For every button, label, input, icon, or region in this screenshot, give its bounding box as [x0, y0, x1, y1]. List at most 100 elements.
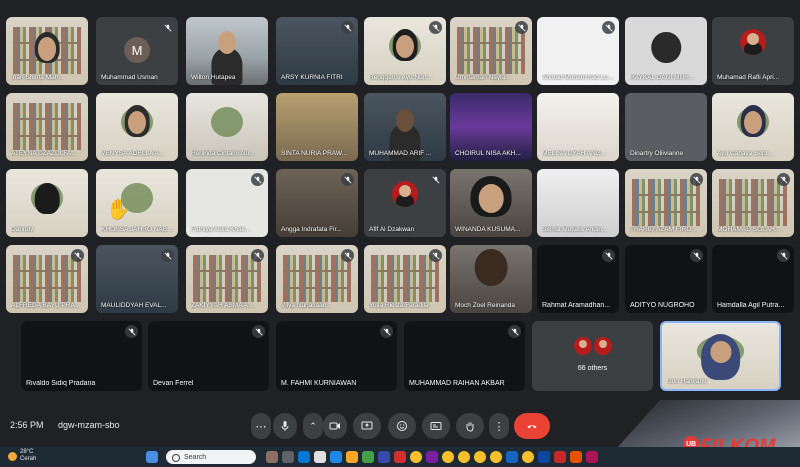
weather-widget[interactable]: 28°C Cerah [20, 449, 36, 463]
participant-tile[interactable]: Angga Indrafata Fir... [276, 169, 358, 237]
participant-tile[interactable]: M Muhammad Usman [96, 17, 178, 85]
mic-muted-icon [515, 21, 528, 34]
participant-tile[interactable]: Hamdalla Agil Putra... [712, 245, 794, 313]
participant-name: Darindy [11, 226, 34, 233]
word-icon[interactable] [506, 451, 518, 463]
microphone-icon [281, 421, 289, 431]
participant-tile[interactable]: SINTA NURIA PRAW... [276, 93, 358, 161]
mic-muted-icon [71, 249, 84, 262]
participant-tile[interactable]: HAYKAL DANI MUH... [625, 17, 707, 85]
app-icon[interactable] [378, 451, 390, 463]
app-icon[interactable] [330, 451, 342, 463]
captions-button[interactable] [422, 413, 450, 439]
participant-tile[interactable]: Ayu Cahaya Sept... [712, 93, 794, 161]
app-icon[interactable] [282, 451, 294, 463]
participant-tile[interactable]: Herlinda Cintami Nu... [186, 93, 268, 161]
participant-name: Rahmat Aramadhan... [542, 302, 611, 309]
participant-tile[interactable]: ATEYNA DZAZULFA... [6, 93, 88, 161]
participant-tile[interactable]: Fathiya Aulia Khair... [186, 169, 268, 237]
participant-tile[interactable]: THARIQ AZAM FIRD... [625, 169, 707, 237]
raise-hand-button[interactable] [456, 413, 484, 439]
participant-tile[interactable]: Wilton Hutapea [186, 17, 268, 85]
participant-tile[interactable]: Dinartry Oliivianne [625, 93, 707, 161]
participant-name: HAYKAL DANI MUH... [630, 74, 695, 81]
mic-muted-icon [252, 325, 265, 338]
participant-tile[interactable]: Muhamad Rafli Apri... [712, 17, 794, 85]
participant-name: WINANDA KUSUMA... [455, 226, 521, 233]
participant-tile[interactable]: Rivaldo Sidiq Pradana [21, 321, 142, 391]
mic-muted-icon [125, 325, 138, 338]
app-icon[interactable] [314, 451, 326, 463]
avatar [392, 181, 418, 208]
self-view-tile[interactable]: Uun Hariyanti [660, 321, 781, 391]
meeting-time: 2:56 PM [10, 420, 44, 430]
participant-tile[interactable]: VENYSA ADELLA A... [96, 93, 178, 161]
participant-tile[interactable]: MUHAMMAD ARIF ... [364, 93, 446, 161]
participant-name: M. FAHMI KURNIAWAN [281, 380, 357, 387]
chrome-icon[interactable] [490, 451, 502, 463]
participant-tile[interactable]: Vilya Nurjatiaan... [276, 245, 358, 313]
emoji-button[interactable] [388, 413, 416, 439]
chrome-icon[interactable] [474, 451, 486, 463]
participant-name: KHONSA JAHRO NABILA ... [101, 226, 174, 233]
app-icon[interactable] [298, 451, 310, 463]
microphone-button[interactable] [273, 413, 297, 439]
more-button[interactable]: ⋮ [489, 413, 509, 439]
chrome-icon[interactable] [410, 451, 422, 463]
camera-button[interactable] [323, 413, 347, 439]
app-icon[interactable] [426, 451, 438, 463]
participant-tile[interactable]: Rengganis Ayu Nurt... [364, 17, 446, 85]
chrome-icon[interactable] [458, 451, 470, 463]
participant-tile[interactable]: Yulia Riesta Faradila [364, 245, 446, 313]
participant-tile[interactable]: Ahmad Muhammad Luthfi... [537, 17, 619, 85]
app-icon[interactable] [346, 451, 358, 463]
app-icon[interactable] [570, 451, 582, 463]
participant-name: Wilton Hutapea [191, 74, 236, 81]
participant-tile[interactable]: Ummamah Nayla... [450, 17, 532, 85]
participant-tile[interactable]: MUHAMMAD RAIHAN AKBAR [404, 321, 525, 391]
mic-muted-icon [161, 249, 174, 262]
participant-tile[interactable]: Afif Al Dzakwan [364, 169, 446, 237]
participant-tile[interactable]: Moch Zoel Reinanda [450, 245, 532, 313]
participant-tile[interactable]: Darindy [6, 169, 88, 237]
participant-tile[interactable]: Selma Mutiara Andin... [537, 169, 619, 237]
participant-tile[interactable]: WINANDA KUSUMA... [450, 169, 532, 237]
app-icon[interactable] [362, 451, 374, 463]
weather-condition: Cerah [20, 456, 37, 462]
windows-start-icon[interactable] [146, 451, 158, 463]
more-options-button[interactable]: ⋯ [251, 413, 271, 439]
participant-tile[interactable]: ALFREDA BAYU PRA... [6, 245, 88, 313]
present-button[interactable] [353, 413, 381, 439]
participant-tile[interactable]: MAULIDDYAH EVAL... [96, 245, 178, 313]
app-icon[interactable] [554, 451, 566, 463]
mic-muted-icon [429, 21, 442, 34]
participant-tile[interactable]: Inan Shinta Mah... [6, 17, 88, 85]
app-icon[interactable] [266, 451, 278, 463]
participant-tile[interactable]: ZAKIYYAH ASMA A... [186, 245, 268, 313]
participant-tile[interactable]: ✋ KHONSA JAHRO NABILA ... [96, 169, 178, 237]
participant-tile[interactable]: ARSY KURNIA FITRI [276, 17, 358, 85]
participant-tile[interactable]: MELINA DYAH ANG... [537, 93, 619, 161]
app-icon[interactable] [586, 451, 598, 463]
participant-name: Ayu Cahaya Sept... [717, 150, 773, 157]
leave-call-button[interactable] [514, 413, 550, 439]
participant-tile[interactable]: CHOIRUL NISA AKH... [450, 93, 532, 161]
avatar: M [124, 37, 150, 64]
participant-tile[interactable]: ADITYO NUGROHO [625, 245, 707, 313]
participant-tile[interactable]: Devan Ferrel [148, 321, 269, 391]
chrome-icon[interactable] [442, 451, 454, 463]
participant-name: Rivaldo Sidiq Pradana [26, 380, 96, 387]
participant-tile[interactable]: MOHAMAD SOLAH... [712, 169, 794, 237]
participant-name: THARIQ AZAM FIRD... [630, 226, 697, 233]
mic-muted-icon [508, 325, 521, 338]
raise-hand-icon: ✋ [106, 199, 131, 221]
participant-tile[interactable]: M. FAHMI KURNIAWAN [276, 321, 397, 391]
others-tile[interactable]: 66 others [532, 321, 653, 391]
participant-name: Ahmad Muhammad Luthfi... [542, 74, 615, 81]
app-icon[interactable] [394, 451, 406, 463]
participant-tile[interactable]: Rahmat Aramadhan... [537, 245, 619, 313]
camera-options-button[interactable]: ⌃ [303, 413, 323, 439]
chrome-icon[interactable] [522, 451, 534, 463]
participant-name: Hamdalla Agil Putra... [717, 302, 785, 309]
app-icon[interactable] [538, 451, 550, 463]
